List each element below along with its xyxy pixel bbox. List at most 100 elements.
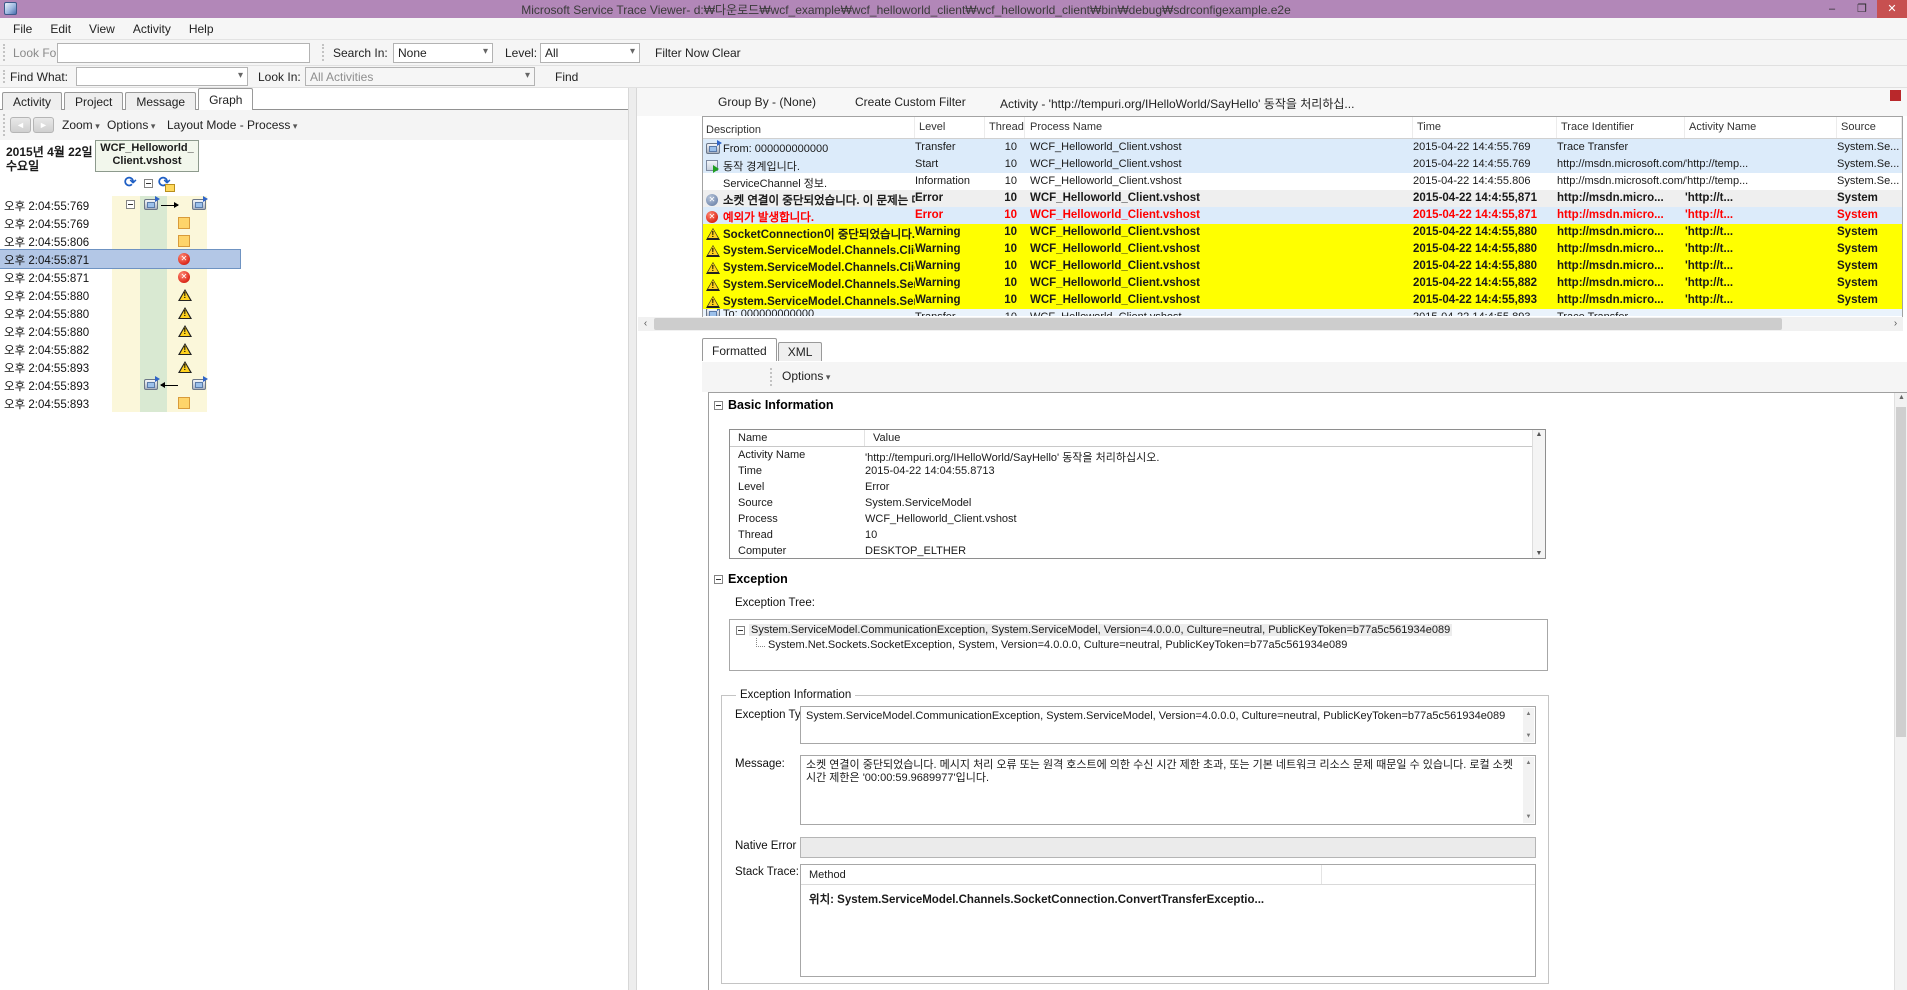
box-scroll-arrows[interactable] (1523, 708, 1534, 742)
tab-graph[interactable]: Graph (198, 88, 253, 110)
graph-row[interactable]: 오후 2:04:55:806 (0, 232, 240, 250)
trace-row[interactable]: ServiceChannel 정보.Information10WCF_Hello… (703, 173, 1902, 190)
error-icon[interactable] (178, 253, 190, 265)
message-box[interactable]: 소켓 연결이 중단되었습니다. 메시지 처리 오류 또는 원격 호스트에 의한 … (800, 755, 1536, 825)
menu-item-help[interactable]: Help (180, 18, 223, 36)
trace-row[interactable]: From: 000000000000Transfer10WCF_Hellowor… (703, 139, 1902, 156)
basic-info-table[interactable]: Name Value Activity Name'http://tempuri.… (729, 429, 1546, 559)
column-header-time[interactable]: Time (1413, 117, 1557, 138)
basic-info-row[interactable]: Thread10 (730, 527, 1545, 543)
trace-row[interactable]: SocketConnection이 중단되었습니다.Warning10WCF_H… (703, 224, 1902, 241)
activity-transfer-icon[interactable] (124, 174, 137, 192)
column-header-activity-name[interactable]: Activity Name (1685, 117, 1837, 138)
minimize-button[interactable]: – (1817, 0, 1847, 18)
detail-tab-formatted[interactable]: Formatted (702, 338, 777, 361)
look-for-input[interactable] (57, 43, 310, 63)
transfer-source-icon[interactable] (144, 199, 158, 210)
transfer-source-icon[interactable] (144, 379, 158, 390)
collapse-box-icon[interactable] (126, 200, 135, 209)
graph-row[interactable]: 오후 2:04:55:871 (0, 250, 240, 268)
trace-row[interactable]: System.ServiceModel.Channels.ClientF...W… (703, 258, 1902, 275)
activity-icon[interactable] (178, 235, 190, 247)
detail-tab-xml[interactable]: XML (778, 342, 823, 361)
column-header-source[interactable]: Source (1837, 117, 1902, 138)
menu-item-activity[interactable]: Activity (124, 18, 180, 36)
detail-options-menu[interactable]: Options (782, 369, 830, 383)
warning-icon[interactable] (178, 289, 192, 301)
tree-root-row[interactable]: System.ServiceModel.CommunicationExcepti… (736, 624, 1452, 636)
column-header-description[interactable]: Description (703, 117, 915, 138)
process-column-header[interactable]: WCF_Helloworld_Client.vshost (95, 140, 199, 172)
basic-info-row[interactable]: Activity Name'http://tempuri.org/IHelloW… (730, 447, 1545, 463)
warning-icon[interactable] (178, 361, 192, 373)
basic-info-row[interactable]: SourceSystem.ServiceModel (730, 495, 1545, 511)
nav-forward-button[interactable]: ► (33, 117, 54, 133)
graph-row[interactable]: 오후 2:04:55:880 (0, 286, 240, 304)
warning-icon[interactable] (178, 325, 192, 337)
graph-row[interactable]: 오후 2:04:55:893 (0, 358, 240, 376)
stack-trace-box[interactable]: Method 위치: System.ServiceModel.Channels.… (800, 864, 1536, 977)
activity-icon[interactable] (178, 217, 190, 229)
look-in-select[interactable]: All Activities (305, 67, 535, 86)
trace-row[interactable]: 동작 경계입니다.Start10WCF_Helloworld_Client.vs… (703, 156, 1902, 173)
box-scroll-arrows[interactable] (1523, 757, 1534, 823)
activity-breadcrumb[interactable]: Activity - 'http://tempuri.org/IHelloWor… (1000, 95, 1354, 112)
basic-info-row[interactable]: ComputerDESKTOP_ELTHER (730, 543, 1545, 559)
zoom-menu[interactable]: Zoom (62, 118, 100, 132)
layout-mode-menu[interactable]: Layout Mode - Process (167, 118, 297, 132)
column-header-trace-identifier[interactable]: Trace Identifier (1557, 117, 1685, 138)
scrollbar-thumb[interactable] (1896, 407, 1906, 737)
trace-row[interactable]: System.ServiceModel.Channels.Servic...Wa… (703, 292, 1902, 309)
transfer-target-icon[interactable] (192, 379, 206, 390)
clear-button[interactable]: Clear (712, 46, 741, 60)
menu-item-edit[interactable]: Edit (41, 18, 80, 36)
nav-back-button[interactable]: ◄ (10, 117, 31, 133)
create-custom-filter-button[interactable]: Create Custom Filter (855, 95, 966, 109)
graph-row[interactable]: 오후 2:04:55:871 (0, 268, 240, 286)
exception-type-box[interactable]: System.ServiceModel.CommunicationExcepti… (800, 706, 1536, 744)
transfer-target-icon[interactable] (192, 199, 206, 210)
collapse-basic-info-icon[interactable] (714, 401, 723, 410)
column-header-process-name[interactable]: Process Name (1025, 117, 1413, 138)
find-button[interactable]: Find (555, 70, 578, 84)
column-header-thread-id[interactable]: Thread ID (985, 117, 1025, 138)
trace-row[interactable]: 소켓 연결이 중단되었습니다. 이 문제는 메...Error10WCF_Hel… (703, 190, 1902, 207)
basic-info-row[interactable]: ProcessWCF_Helloworld_Client.vshost (730, 511, 1545, 527)
activity-icon[interactable] (178, 397, 190, 409)
collapse-exception-icon[interactable] (714, 575, 723, 584)
graph-row[interactable]: 오후 2:04:55:893 (0, 394, 240, 412)
scroll-left-arrow[interactable]: ‹ (638, 317, 653, 331)
graph-row[interactable]: 오후 2:04:55:880 (0, 304, 240, 322)
filter-now-button[interactable]: Filter Now (655, 46, 709, 60)
trace-row[interactable]: 예외가 발생합니다.Error10WCF_Helloworld_Client.v… (703, 207, 1902, 224)
warning-icon[interactable] (178, 307, 192, 319)
native-error-code-box[interactable] (800, 837, 1536, 858)
scrollbar-thumb[interactable] (654, 318, 1782, 330)
trace-row[interactable]: System.ServiceModel.Channels.ClientF...W… (703, 241, 1902, 258)
column-header-level[interactable]: Level (915, 117, 985, 138)
scroll-right-arrow[interactable]: › (1888, 317, 1903, 331)
pane-splitter[interactable] (628, 88, 637, 990)
graph-row[interactable]: 오후 2:04:55:769 (0, 196, 240, 214)
tree-collapse-icon[interactable] (736, 626, 745, 635)
collapse-box-icon[interactable] (144, 179, 153, 188)
tree-child-row[interactable]: System.Net.Sockets.SocketException, Syst… (752, 639, 1347, 651)
close-button[interactable]: ✕ (1877, 0, 1907, 18)
find-what-input[interactable] (76, 67, 248, 86)
search-in-select[interactable]: None (393, 43, 493, 63)
trace-row[interactable]: To: 000000000000Transfer10WCF_Helloworld… (703, 309, 1902, 316)
error-icon[interactable] (178, 271, 190, 283)
detail-vertical-scrollbar[interactable] (1894, 393, 1907, 990)
graph-row[interactable]: 오후 2:04:55:880 (0, 322, 240, 340)
group-by-menu[interactable]: Group By - (None) (718, 95, 816, 109)
restore-button[interactable]: ❐ (1847, 0, 1877, 18)
horizontal-scrollbar[interactable]: ‹ › (638, 317, 1903, 331)
tab-project[interactable]: Project (64, 92, 123, 110)
basic-info-scrollbar[interactable] (1532, 430, 1545, 558)
menu-item-file[interactable]: File (4, 18, 41, 36)
tab-message[interactable]: Message (125, 92, 196, 110)
level-select[interactable]: All (540, 43, 640, 63)
trace-row[interactable]: System.ServiceModel.Channels.Servic...Wa… (703, 275, 1902, 292)
graph-row[interactable]: 오후 2:04:55:769 (0, 214, 240, 232)
tab-activity[interactable]: Activity (2, 92, 62, 110)
